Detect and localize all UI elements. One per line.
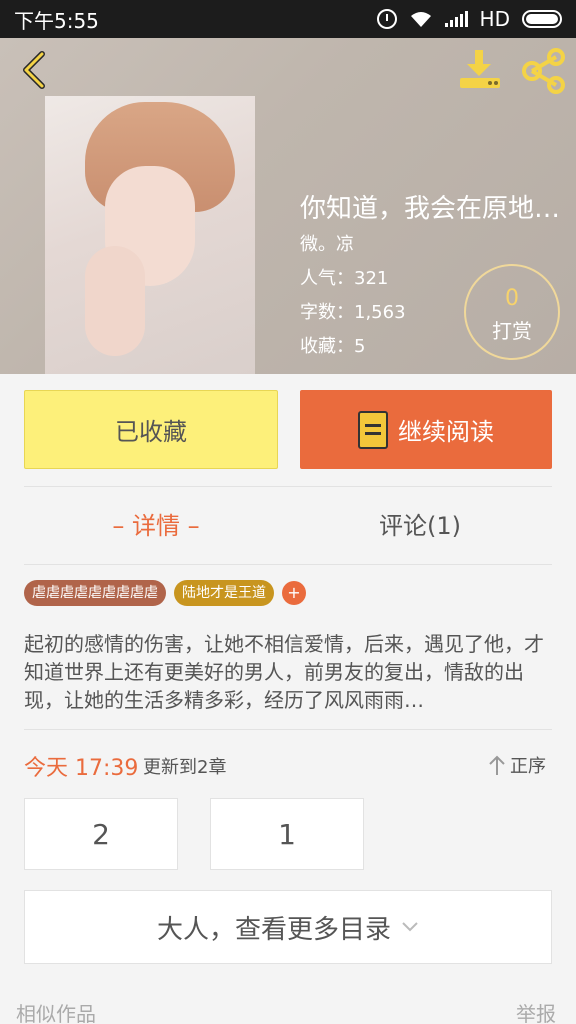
download-icon[interactable] — [456, 46, 504, 92]
book-author[interactable]: 微。凉 — [300, 230, 354, 256]
tab-detail[interactable]: – 详情 – — [24, 500, 288, 552]
tab-comments[interactable]: 评论(1) — [288, 500, 552, 552]
tag-item[interactable]: 虐虐虐虐虐虐虐虐虐 — [24, 580, 166, 606]
chevron-down-icon — [402, 922, 418, 932]
signal-icon — [444, 11, 468, 27]
collected-button[interactable]: 已收藏 — [24, 390, 278, 469]
update-time: 今天 17:39 — [24, 756, 139, 781]
more-catalog-label: 大人，查看更多目录 — [156, 914, 391, 945]
continue-reading-label: 继续阅读 — [398, 418, 494, 446]
divider — [24, 564, 552, 565]
book-description[interactable]: 起初的感情的伤害，让她不相信爱情，后来，遇见了他，才知道世界上还有更美好的男人，… — [24, 630, 552, 714]
more-catalog-button[interactable]: 大人，查看更多目录 — [24, 890, 552, 964]
book-icon — [358, 410, 388, 449]
divider — [24, 729, 552, 730]
book-header: 你知道，我会在原地… 微。凉 人气：321 字数：1,563 收藏：5 0 打赏 — [0, 38, 576, 374]
network-label: HD — [479, 7, 510, 31]
tip-label: 打赏 — [492, 319, 532, 343]
continue-reading-button[interactable]: 继续阅读 — [300, 390, 552, 469]
book-cover[interactable] — [45, 96, 255, 374]
divider — [24, 486, 552, 487]
status-time: 下午5:55 — [14, 8, 99, 33]
sort-order-label: 正序 — [510, 756, 546, 777]
back-arrow-icon[interactable] — [16, 50, 56, 90]
book-popularity: 人气：321 — [300, 268, 389, 289]
status-bar: 下午5:55 HD — [0, 0, 576, 38]
book-title: 你知道，我会在原地… — [300, 194, 561, 224]
battery-icon — [522, 10, 562, 28]
book-favorites: 收藏：5 — [300, 336, 366, 357]
update-text: 更新到2章 — [143, 757, 227, 778]
tag-list: 虐虐虐虐虐虐虐虐虐 陆地才是王道 + — [24, 580, 306, 606]
tip-count: 0 — [505, 286, 519, 311]
sort-order-button[interactable]: 正序 — [488, 752, 546, 778]
collected-label: 已收藏 — [115, 418, 187, 446]
up-arrow-icon — [489, 755, 505, 775]
report-link[interactable]: 举报 — [516, 998, 556, 1024]
alarm-icon — [376, 9, 397, 29]
cover-hand — [85, 246, 145, 356]
add-tag-button[interactable]: + — [282, 581, 306, 605]
status-icons: HD — [376, 7, 562, 31]
tag-item[interactable]: 陆地才是王道 — [174, 580, 274, 606]
wifi-icon — [410, 12, 431, 27]
book-word-count: 字数：1,563 — [300, 302, 406, 323]
similar-works-heading: 相似作品 — [16, 1002, 96, 1024]
chapter-button[interactable]: 1 — [210, 798, 364, 870]
share-icon[interactable] — [520, 48, 568, 94]
tip-button[interactable]: 0 打赏 — [464, 264, 560, 360]
chapter-button[interactable]: 2 — [24, 798, 178, 870]
